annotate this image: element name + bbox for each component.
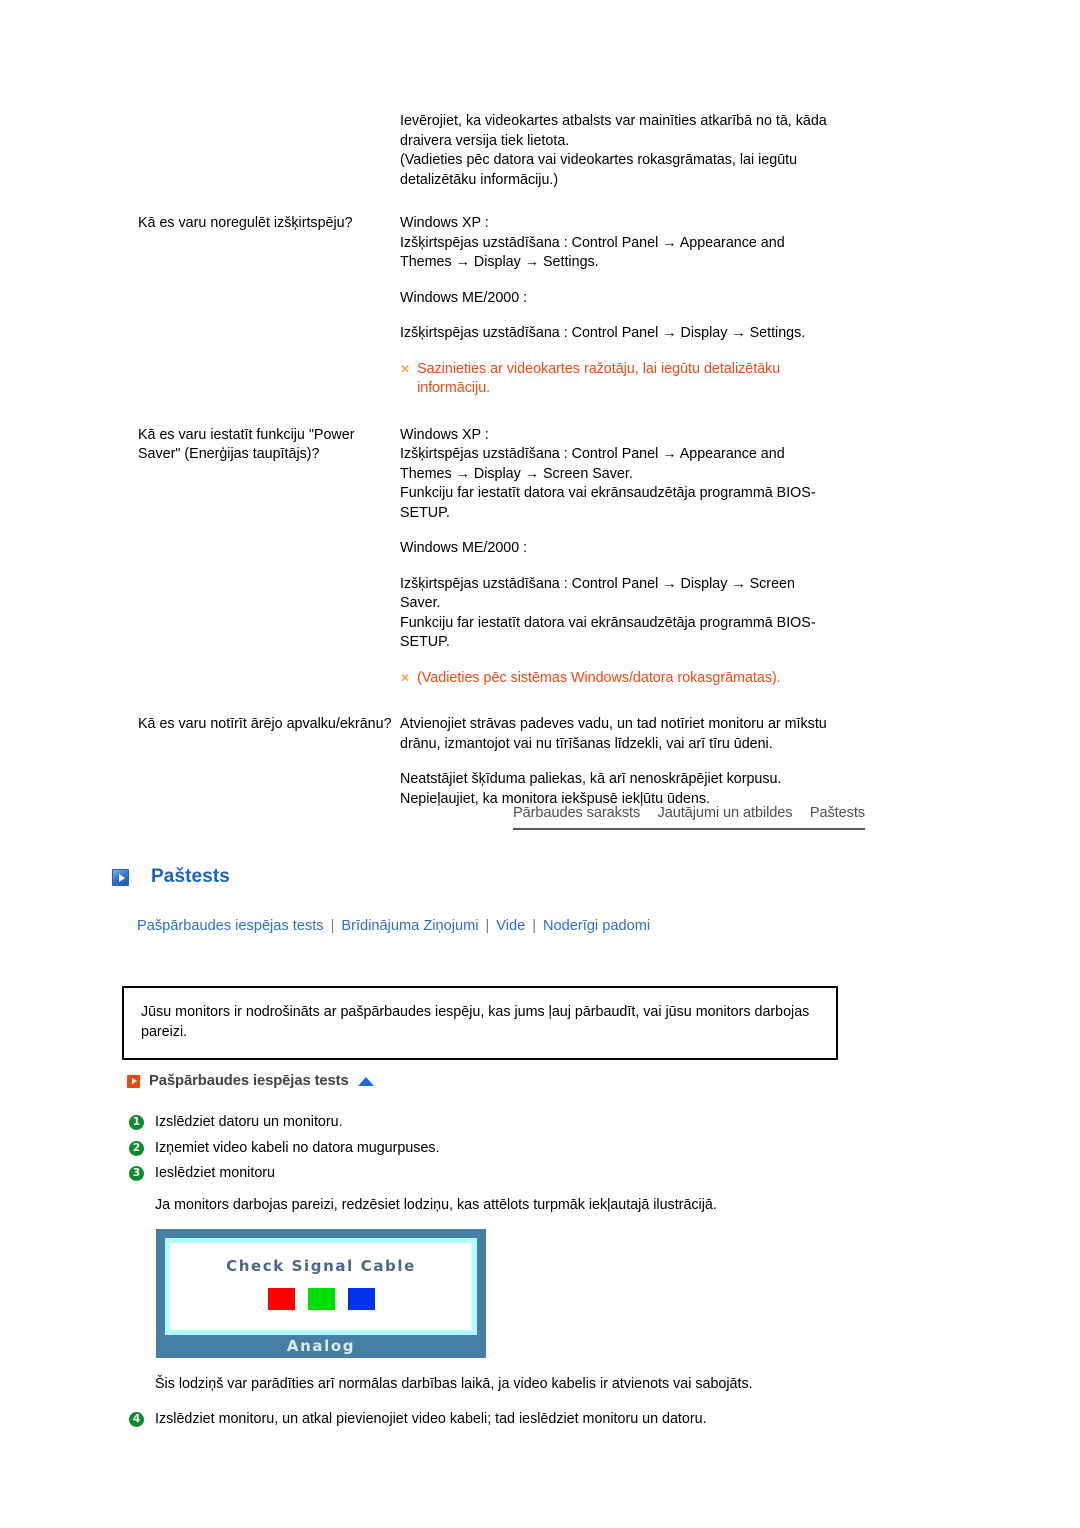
step-list: 1 Izslēdziet datoru un monitoru. 2 Izņem… [129, 1113, 889, 1215]
closing-note: Šis lodziņš var parādīties arī normālas … [155, 1376, 753, 1392]
link-bridinajuma-zinojumi[interactable]: Brīdinājuma Ziņojumi [341, 918, 478, 934]
faq-answer-paragraph: (Vadieties pēc datora vai videokartes ro… [400, 152, 798, 188]
monitor-input-label: Analog [286, 1337, 356, 1355]
faq-answer-paragraph: Ievērojiet, ka videokartes atbalsts var … [400, 113, 827, 149]
link-separator: | [330, 918, 335, 934]
tab-parbaudes-saraksts[interactable]: Pārbaudes saraksts [513, 805, 640, 821]
faq-answer-paragraph: Windows ME/2000 : [400, 289, 528, 306]
faq-answer-paragraph: Izšķirtspējas uzstādīšana : Control Pane… [400, 575, 795, 612]
green-swatch [307, 1288, 335, 1310]
subsection-title: Pašpārbaudes iespējas tests [149, 1073, 349, 1089]
list-item: 1 Izslēdziet datoru un monitoru. [129, 1113, 889, 1133]
list-item: 4 Izslēdziet monitoru, un atkal pievieno… [129, 1410, 929, 1430]
faq-answer-paragraph: Izšķirtspējas uzstādīšana : Control Pane… [400, 446, 785, 482]
faq-answer-paragraph: Windows ME/2000 : [400, 540, 528, 556]
tab-pastests[interactable]: Paštests [810, 805, 865, 821]
faq-row: Kā es varu iestatīt funkciju "Power Save… [138, 426, 838, 689]
note-marker-icon: ✕ [400, 361, 411, 376]
faq-question: Kā es varu noregulēt izšķirtspēju? [138, 215, 353, 231]
list-item: 3 Ieslēdziet monitoru [129, 1164, 889, 1184]
link-separator: | [532, 918, 537, 934]
step-text: Izslēdziet datoru un monitoru. [155, 1114, 343, 1130]
step-text: Izņemiet video kabeli no datora mugurpus… [155, 1139, 440, 1156]
tab-navigation-bar: Pārbaudes saraksts Jautājumi un atbildes… [513, 805, 865, 830]
blue-arrow-icon [112, 868, 129, 886]
faq-row: Kā es varu noregulēt izšķirtspēju? Windo… [138, 214, 838, 399]
subsection-link-row: Pašpārbaudes iespējas tests | Brīdinājuma … [137, 918, 650, 934]
faq-question: Kā es varu iestatīt funkciju "Power Save… [138, 426, 355, 463]
step-number-badge: 2 [129, 1140, 144, 1156]
faq-answer-paragraph: Izšķirtspējas uzstādīšana : Control Pane… [400, 234, 785, 271]
link-vide[interactable]: Vide [496, 918, 525, 934]
step-number-badge: 3 [129, 1166, 144, 1181]
faq-table: Ievērojiet, ka videokartes atbalsts var … [138, 112, 838, 809]
monitor-message-text: Check Signal Cable [226, 1257, 416, 1275]
faq-answer: Windows XP : Izšķirtspējas uzstādīšana :… [400, 214, 838, 399]
orange-arrow-icon [127, 1074, 140, 1088]
faq-row: Kā es varu notīrīt ārējo apvalku/ekrānu?… [138, 715, 838, 809]
faq-answer-paragraph: Funkciju far iestatīt datora vai ekrānsa… [400, 614, 816, 651]
step-number-badge: 4 [129, 1412, 144, 1427]
faq-answer-paragraph: Atvienojiet strāvas padeves vadu, un tad… [400, 716, 827, 752]
info-box: Jūsu monitors ir nodrošināts ar pašpārba… [122, 986, 838, 1060]
info-box-text: Jūsu monitors ir nodrošināts ar pašpārba… [141, 1004, 810, 1040]
faq-question: Kā es varu notīrīt ārējo apvalku/ekrānu? [138, 716, 392, 732]
page-title: Paštests [151, 866, 230, 887]
monitor-screen: Check Signal Cable [165, 1238, 477, 1335]
faq-note: ✕ Sazinieties ar videokartes ražotāju, l… [400, 360, 838, 399]
step-text: Ieslēdziet monitoru [155, 1165, 275, 1181]
faq-answer: Atvienojiet strāvas padeves vadu, un tad… [400, 715, 838, 809]
list-item: 2 Izņemiet video kabeli no datora mugurp… [129, 1139, 889, 1159]
faq-answer-paragraph: Izšķirtspējas uzstādīšana : Control Pane… [400, 325, 806, 341]
red-swatch [267, 1288, 295, 1310]
step-list-note: Ja monitors darbojas pareizi, redzēsiet … [155, 1196, 717, 1213]
note-marker-icon: ✕ [400, 670, 411, 685]
tab-jautajumi-un-atbildes[interactable]: Jautājumi un atbildes [658, 805, 793, 821]
monitor-self-test-illustration: Check Signal Cable Analog [156, 1229, 486, 1358]
blue-swatch [347, 1288, 375, 1310]
up-triangle-icon[interactable] [357, 1076, 374, 1086]
faq-answer-paragraph: Neatstājiet šķīduma paliekas, kā arī nen… [400, 771, 782, 807]
faq-answer: Windows XP : Izšķirtspējas uzstādīšana :… [400, 426, 838, 689]
link-noderigi-padomi[interactable]: Noderīgi padomi [543, 918, 650, 934]
link-separator: | [485, 918, 490, 934]
faq-note-text: (Vadieties pēc sistēmas Windows/datora r… [417, 669, 781, 686]
link-paspārbaudes-iespejas-tests[interactable]: Pašpārbaudes iespējas tests [137, 918, 324, 934]
step-number-badge: 1 [129, 1115, 144, 1130]
subsection-title-group: Pašpārbaudes iespējas tests [127, 1073, 374, 1089]
faq-answer-intro: Ievērojiet, ka videokartes atbalsts var … [400, 112, 838, 190]
page-title-group: Paštests [112, 866, 230, 888]
rgb-color-swatches [267, 1288, 375, 1310]
faq-answer-paragraph: Windows XP : [400, 426, 489, 443]
faq-note: ✕ (Vadieties pēc sistēmas Windows/datora… [400, 669, 838, 689]
faq-answer-paragraph: Windows XP : [400, 215, 489, 231]
faq-note-text: Sazinieties ar videokartes ražotāju, lai… [417, 360, 781, 397]
faq-row-intro: Ievērojiet, ka videokartes atbalsts var … [138, 112, 838, 190]
step-text: Izslēdziet monitoru, un atkal pievienoji… [155, 1411, 707, 1427]
faq-answer-paragraph: Funkciju far iestatīt datora vai ekrānsa… [400, 485, 816, 521]
